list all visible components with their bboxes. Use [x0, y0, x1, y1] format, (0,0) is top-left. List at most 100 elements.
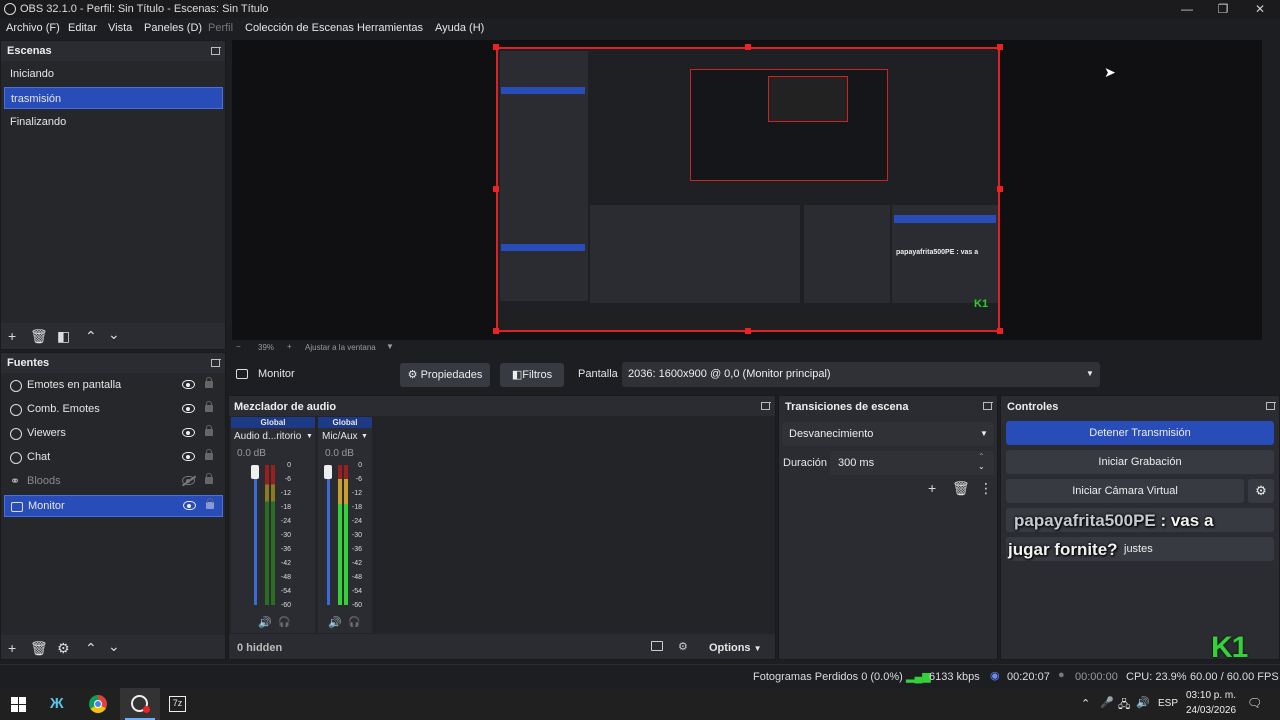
zoom-out-button[interactable]: − [236, 342, 241, 351]
source-settings-icon[interactable]: ⚙ [57, 641, 70, 655]
volume-slider-handle[interactable] [324, 465, 332, 479]
dock-float-icon[interactable] [211, 47, 221, 55]
remove-transition-icon[interactable]: 🗑 [952, 481, 970, 495]
visibility-icon[interactable] [182, 452, 195, 461]
menu-coleccion-escenas[interactable]: Colección de Escenas [245, 22, 354, 34]
lock-icon[interactable] [205, 425, 213, 436]
lock-icon[interactable] [205, 401, 213, 412]
move-down-icon[interactable]: ⌄ [108, 327, 120, 341]
menu-ayuda[interactable]: Ayuda (H) [435, 22, 484, 34]
dock-float-icon[interactable] [1266, 402, 1276, 410]
keyboard-language[interactable]: ESP [1158, 698, 1178, 709]
menu-archivo[interactable]: Archivo (F) [6, 22, 60, 34]
virtual-camera-settings-button[interactable]: ⚙ [1248, 479, 1274, 503]
properties-button[interactable]: ⚙ Propiedades [400, 363, 490, 387]
notifications-icon[interactable]: 🗨 [1247, 696, 1262, 710]
menu-editar[interactable]: Editar [68, 22, 97, 34]
remove-source-icon[interactable]: 🗑 [30, 641, 48, 655]
source-item[interactable]: Comb. Emotes [4, 399, 223, 421]
resize-handle[interactable] [997, 44, 1003, 50]
channel-menu-icon[interactable]: ▼ [361, 433, 368, 440]
clock-time[interactable]: 03:10 p. m. [1186, 690, 1236, 701]
options-button[interactable]: Options ▼ [709, 642, 762, 654]
resize-handle[interactable] [997, 328, 1003, 334]
scene-filters-icon[interactable]: ◧ [57, 329, 70, 343]
start-virtual-camera-button[interactable]: Iniciar Cámara Virtual [1006, 479, 1244, 503]
zoom-in-button[interactable]: + [287, 342, 292, 351]
move-up-icon[interactable]: ⌃ [85, 329, 97, 343]
channel-name[interactable]: Mic/Aux [322, 431, 358, 442]
menu-herramientas[interactable]: Herramientas [357, 22, 423, 34]
volume-slider-track[interactable] [327, 467, 330, 605]
display-select[interactable]: 2036: 1600x900 @ 0,0 (Monitor principal)… [622, 362, 1100, 387]
preview-canvas[interactable]: papayafrita500PE : vas a K1 [496, 47, 1000, 332]
dock-float-icon[interactable] [211, 359, 221, 367]
close-button[interactable]: ✕ [1245, 1, 1275, 17]
network-icon[interactable]: 🖧 [1118, 696, 1130, 715]
lock-icon[interactable] [205, 449, 213, 460]
resize-handle[interactable] [493, 44, 499, 50]
zoom-dropdown-icon[interactable]: ▼ [386, 342, 394, 351]
source-item-selected[interactable]: Monitor [4, 495, 223, 517]
speaker-icon[interactable]: 🔊 [258, 616, 272, 629]
monitor-audio-icon[interactable]: 🎧 [278, 617, 290, 628]
stepper-up-icon[interactable]: ⌃ [978, 452, 985, 461]
lock-icon[interactable] [206, 498, 214, 509]
source-item[interactable]: Emotes en pantalla [4, 375, 223, 397]
zoom-fit-label[interactable]: Ajustar a la ventana [305, 343, 376, 352]
scene-item-finalizando[interactable]: Finalizando [4, 111, 223, 133]
menu-perfil[interactable]: Perfil [208, 22, 233, 34]
minimize-button[interactable]: — [1172, 1, 1202, 17]
maximize-button[interactable]: ❐ [1208, 1, 1238, 17]
transition-type-select[interactable]: Desvanecimiento ▼ [782, 422, 994, 446]
move-up-icon[interactable]: ⌃ [85, 641, 97, 655]
lock-icon[interactable] [205, 473, 213, 484]
visibility-icon[interactable] [182, 428, 195, 437]
channel-name[interactable]: Audio d...ritorio [234, 431, 301, 442]
move-down-icon[interactable]: ⌄ [108, 639, 120, 653]
hidden-count[interactable]: 0 hidden [237, 642, 282, 654]
dock-float-icon[interactable] [983, 402, 993, 410]
volume-icon[interactable]: 🔊 [1136, 696, 1150, 709]
menu-vista[interactable]: Vista [108, 22, 132, 34]
transition-menu-icon[interactable]: ⋮ [979, 481, 993, 495]
clock-date[interactable]: 24/03/2026 [1186, 705, 1236, 716]
resize-handle[interactable] [493, 186, 499, 192]
channel-menu-icon[interactable]: ▼ [306, 433, 313, 440]
scene-item-iniciando[interactable]: Iniciando [4, 63, 223, 85]
menu-paneles[interactable]: Paneles (D) [144, 22, 202, 34]
layout-toggle-icon[interactable] [651, 641, 663, 651]
add-source-icon[interactable]: + [8, 641, 16, 655]
resize-handle[interactable] [745, 44, 751, 50]
start-recording-button[interactable]: Iniciar Grabación [1006, 450, 1274, 474]
stop-stream-button[interactable]: Detener Transmisión [1006, 421, 1274, 445]
stepper-down-icon[interactable]: ⌄ [978, 462, 985, 471]
advanced-audio-icon[interactable]: ⚙ [678, 640, 688, 653]
source-item[interactable]: Chat [4, 447, 223, 469]
visibility-hidden-icon[interactable] [182, 476, 195, 485]
visibility-icon[interactable] [183, 501, 196, 510]
dock-float-icon[interactable] [761, 402, 771, 410]
add-transition-icon[interactable]: + [928, 481, 936, 495]
resize-handle[interactable] [997, 186, 1003, 192]
remove-scene-icon[interactable]: 🗑 [30, 329, 48, 343]
volume-slider-handle[interactable] [251, 465, 259, 479]
add-scene-icon[interactable]: + [8, 329, 16, 343]
microphone-icon[interactable]: 🎤 [1100, 696, 1114, 709]
7zip-icon[interactable]: 7z [169, 696, 186, 712]
source-item[interactable]: ⚭ Bloods [4, 471, 223, 493]
speaker-icon[interactable]: 🔊 [328, 616, 342, 629]
source-item[interactable]: Viewers [4, 423, 223, 445]
duration-spinbox[interactable]: 300 ms ⌃ ⌄ [830, 451, 994, 475]
visibility-icon[interactable] [182, 380, 195, 389]
scene-item-trasmision[interactable]: trasmisión [4, 87, 223, 109]
volume-slider-track[interactable] [254, 467, 257, 605]
app-icon[interactable]: Ж [50, 695, 64, 712]
resize-handle[interactable] [493, 328, 499, 334]
tray-chevron-icon[interactable]: ⌃ [1081, 697, 1090, 710]
lock-icon[interactable] [205, 377, 213, 388]
visibility-icon[interactable] [182, 404, 195, 413]
resize-handle[interactable] [745, 328, 751, 334]
monitor-audio-icon[interactable]: 🎧 [348, 617, 360, 628]
filters-button[interactable]: ◧Filtros [500, 363, 564, 387]
